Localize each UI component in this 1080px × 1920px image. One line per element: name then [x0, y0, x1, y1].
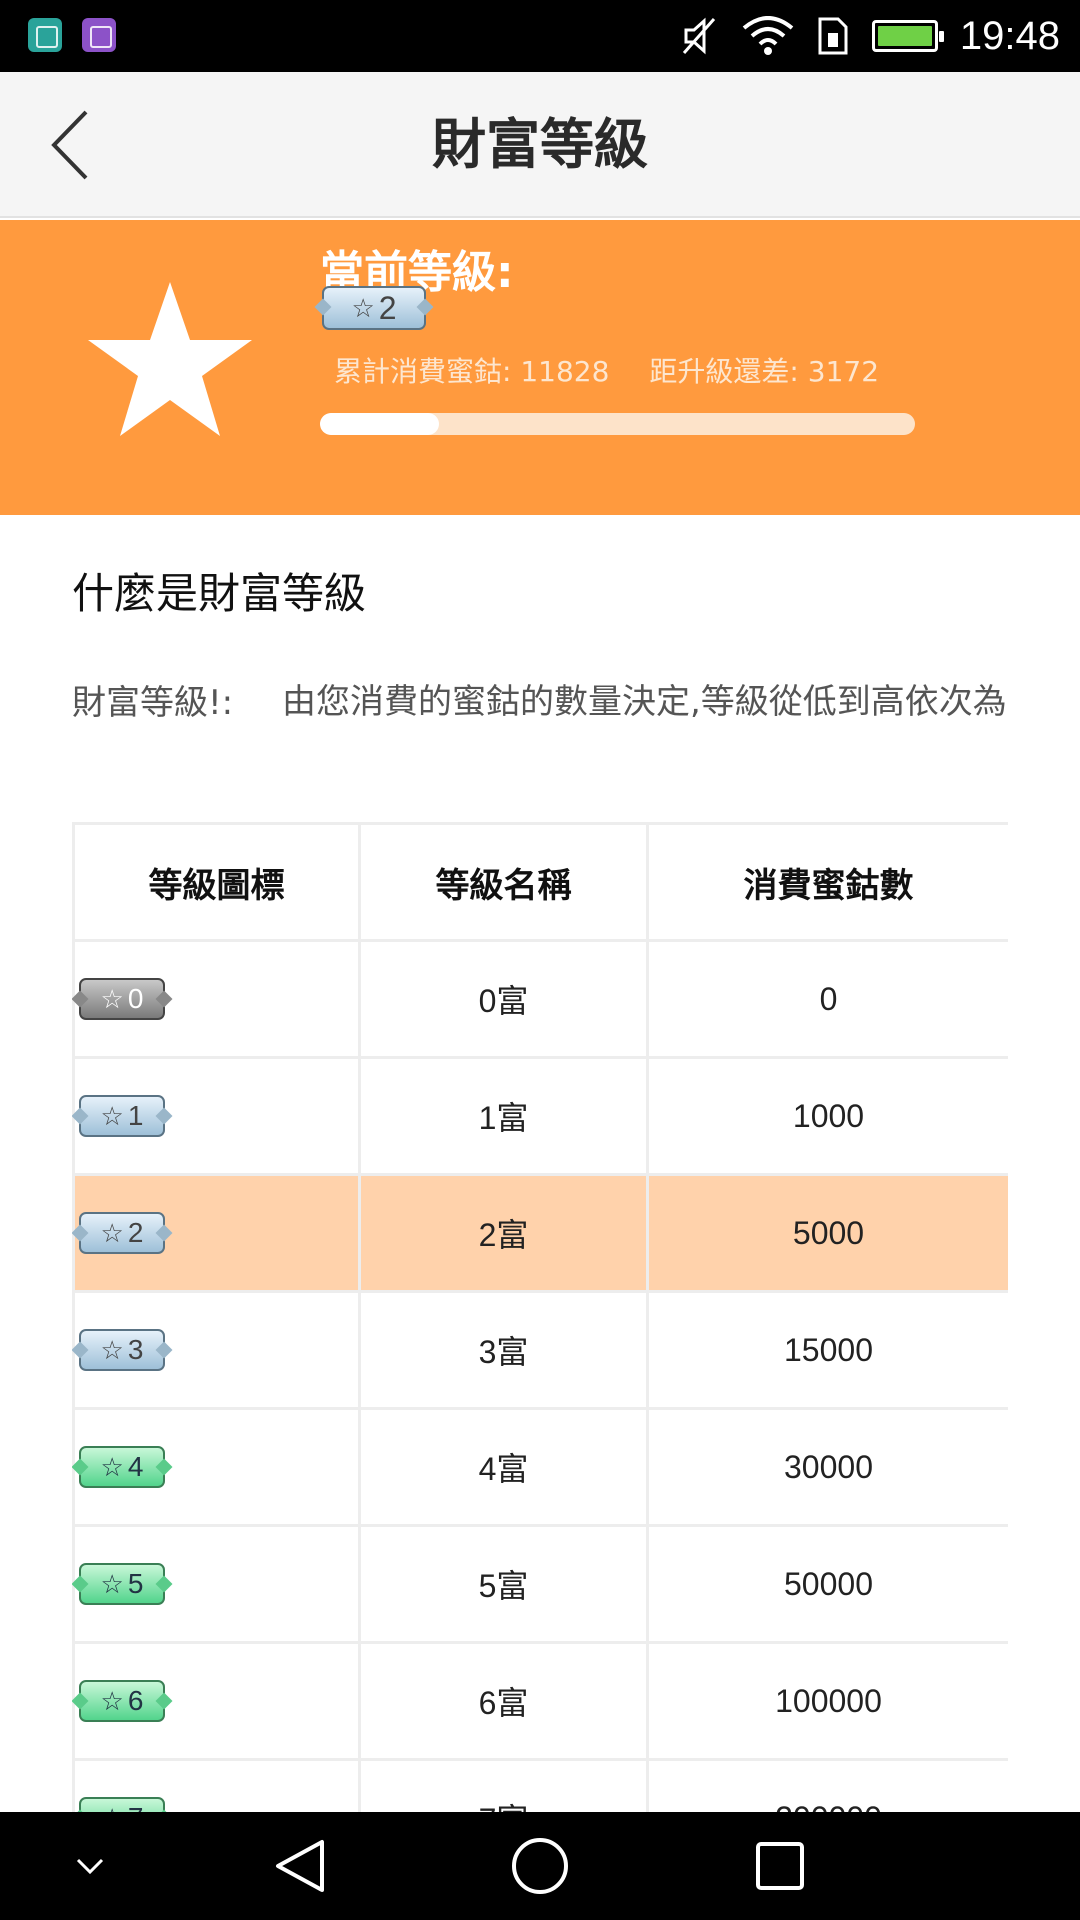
level-name: 7富 [358, 1758, 649, 1812]
nav-back-button[interactable] [250, 1812, 350, 1920]
level-name: 0富 [358, 939, 649, 1059]
table-row-current: ☆ 2 2富 5000 [72, 1173, 1008, 1293]
level-amount: 200000 [646, 1758, 1008, 1812]
badge-star-icon: ☆ [100, 1686, 124, 1716]
badge-star-icon: ☆ [351, 293, 375, 323]
badge-star-icon: ☆ [100, 1335, 124, 1365]
level-icon-cell: ☆ 6 [72, 1641, 361, 1761]
badge-level: 5 [127, 1568, 144, 1599]
level-icon-cell: ☆ 2 [72, 1173, 361, 1293]
level-table: 等級圖標 等級名稱 消費蜜鈷數 ☆ 0 0富 0 ☆ 1 1富 1000 ☆ 2 2富… [72, 822, 1008, 1812]
level-badge: ☆ 3 [79, 1329, 165, 1371]
badge-star-icon: ☆ [100, 1218, 124, 1248]
level-badge: ☆ 0 [79, 978, 165, 1020]
gallery-app-icon [82, 18, 116, 52]
badge-star-icon: ☆ [100, 984, 124, 1014]
level-badge: ☆ 4 [79, 1446, 165, 1488]
level-icon-cell: ☆ 4 [72, 1407, 361, 1527]
table-row: ☆ 0 0富 0 [72, 939, 1008, 1059]
level-name: 5富 [358, 1524, 649, 1644]
status-time: 19:48 [959, 13, 1060, 58]
level-amount: 15000 [646, 1290, 1008, 1410]
level-badge: ☆ 1 [79, 1095, 165, 1137]
app-header: 財富等級 [0, 72, 1080, 218]
badge-level: 4 [127, 1451, 144, 1482]
android-debug-icon [28, 18, 62, 52]
badge-star-icon: ☆ [100, 1452, 124, 1482]
badge-level: 3 [127, 1334, 144, 1365]
level-banner: 當前等級: ☆ 2 累計消費蜜鈷: 11828 距升級還差: 3172 [0, 220, 1080, 515]
chevron-down-icon [76, 1858, 104, 1875]
level-icon-cell: ☆7 [72, 1758, 361, 1812]
badge-level: 7 [128, 1802, 144, 1812]
table-row: ☆7 7富 200000 [72, 1758, 1008, 1812]
badge-level: 2 [127, 1217, 144, 1248]
section-title: 什麼是財富等級 [72, 569, 367, 618]
nav-home-button[interactable] [490, 1812, 590, 1920]
level-progress-fill [320, 413, 439, 435]
current-level-badge: ☆ 2 [322, 286, 426, 330]
level-icon-cell: ☆ 5 [72, 1524, 361, 1644]
badge-star-icon: ☆ [101, 1805, 124, 1812]
header-icon: 等級圖標 [72, 822, 361, 942]
sim-icon [818, 17, 848, 55]
level-name: 4富 [358, 1407, 649, 1527]
nav-recents-button[interactable] [730, 1812, 830, 1920]
badge-level: 2 [378, 289, 397, 326]
star-icon [88, 282, 252, 436]
level-amount: 5000 [646, 1173, 1008, 1293]
level-amount: 0 [646, 939, 1008, 1059]
level-amount: 1000 [646, 1056, 1008, 1176]
level-name: 1富 [358, 1056, 649, 1176]
description-text: 由您消費的蜜鈷的數量決定,等級從低到高依次為 [282, 682, 1007, 722]
navigation-bar [0, 1812, 1080, 1920]
header-amount: 消費蜜鈷數 [646, 822, 1008, 942]
level-badge: ☆7 [79, 1797, 165, 1812]
table-header-row: 等級圖標 等級名稱 消費蜜鈷數 [72, 822, 1008, 942]
table-row: ☆ 1 1富 1000 [72, 1056, 1008, 1176]
home-circle-icon [512, 1838, 568, 1894]
level-name: 2富 [358, 1173, 649, 1293]
mute-icon [682, 17, 716, 55]
level-badge: ☆ 2 [79, 1212, 165, 1254]
level-name: 6富 [358, 1641, 649, 1761]
badge-star-icon: ☆ [100, 1101, 124, 1131]
level-icon-cell: ☆ 1 [72, 1056, 361, 1176]
level-badge: ☆ 5 [79, 1563, 165, 1605]
back-triangle-icon [276, 1840, 324, 1892]
level-amount: 30000 [646, 1407, 1008, 1527]
level-amount: 100000 [646, 1641, 1008, 1761]
level-stats: 累計消費蜜鈷: 11828 距升級還差: 3172 [334, 350, 879, 390]
level-name: 3富 [358, 1290, 649, 1410]
level-table-container[interactable]: 等級圖標 等級名稱 消費蜜鈷數 ☆ 0 0富 0 ☆ 1 1富 1000 ☆ 2 2富… [72, 822, 1008, 1812]
header-name: 等級名稱 [358, 822, 649, 942]
level-icon-cell: ☆ 3 [72, 1290, 361, 1410]
level-badge: ☆ 6 [79, 1680, 165, 1722]
table-row: ☆ 3 3富 15000 [72, 1290, 1008, 1410]
badge-star-icon: ☆ [100, 1569, 124, 1599]
spent-text: 累計消費蜜鈷: 11828 [334, 355, 610, 388]
badge-level: 0 [127, 983, 144, 1014]
page-title: 財富等級 [432, 113, 648, 176]
badge-level: 6 [127, 1685, 144, 1716]
remaining-text: 距升級還差: 3172 [649, 355, 880, 388]
nav-collapse-button[interactable] [50, 1812, 130, 1920]
description-label: 財富等級!: [72, 683, 234, 723]
badge-level: 1 [127, 1100, 144, 1131]
table-row: ☆ 5 5富 50000 [72, 1524, 1008, 1644]
level-progress-bar [320, 413, 915, 435]
status-bar: 19:48 [0, 0, 1080, 72]
table-row: ☆ 6 6富 100000 [72, 1641, 1008, 1761]
table-row: ☆ 4 4富 30000 [72, 1407, 1008, 1527]
level-amount: 50000 [646, 1524, 1008, 1644]
battery-charging-icon [871, 20, 944, 52]
wifi-icon [742, 16, 794, 55]
recents-square-icon [756, 1842, 804, 1890]
level-icon-cell: ☆ 0 [72, 939, 361, 1059]
status-icons: 19:48 [678, 0, 1060, 72]
